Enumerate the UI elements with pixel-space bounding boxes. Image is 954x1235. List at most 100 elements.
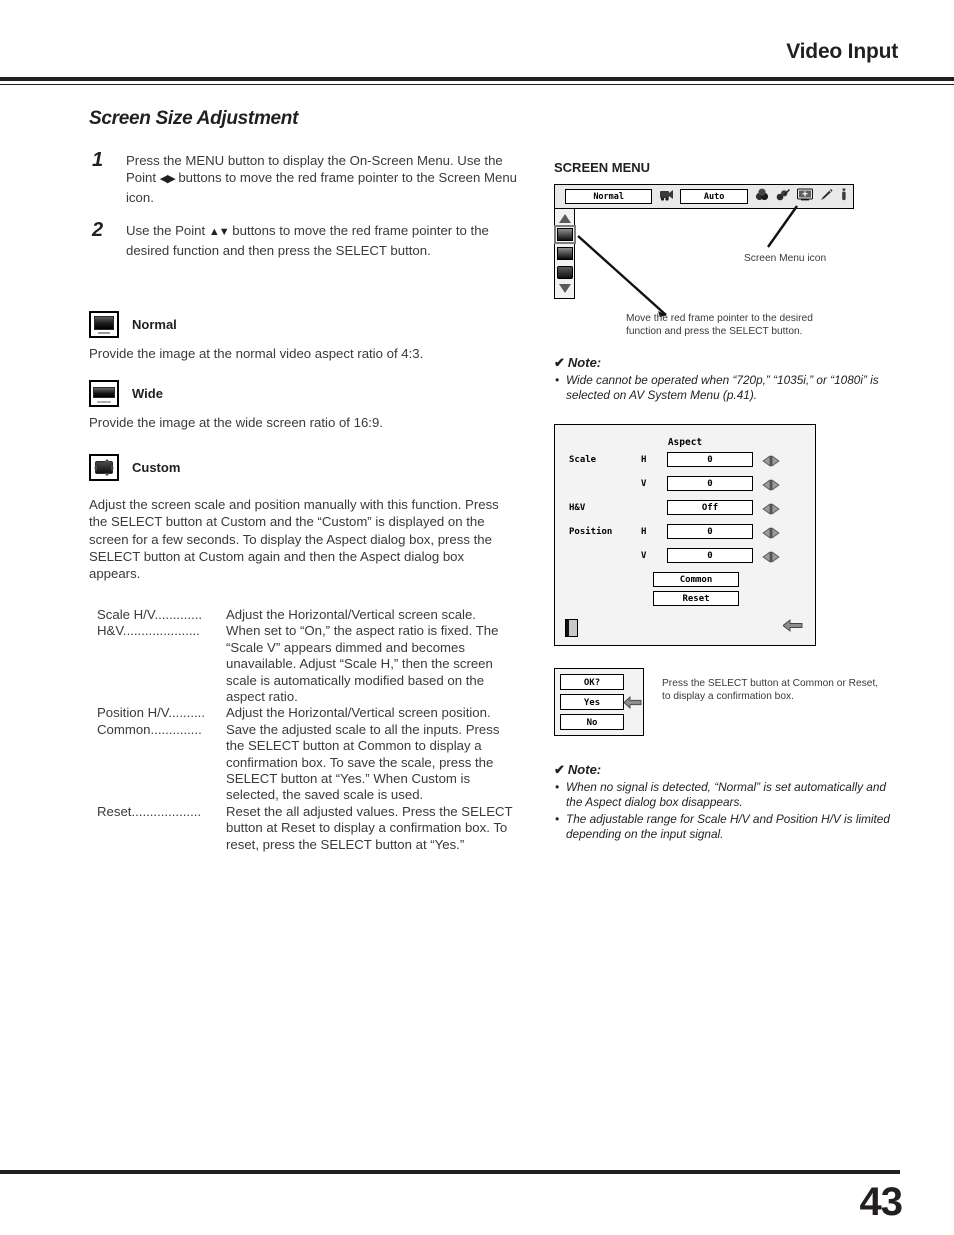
mode-entry-normal: Normal (89, 311, 519, 339)
note-block-2: ✔Note: When no signal is detected, “Norm… (554, 762, 904, 843)
definition-desc: Save the adjusted scale to all the input… (226, 721, 500, 803)
callout-screen-menu-icon: Screen Menu icon (744, 253, 827, 264)
aspect-value-position-h[interactable]: 0 (667, 524, 753, 540)
pointer-icon[interactable] (820, 188, 833, 206)
footer-rule (0, 1170, 900, 1174)
definition-row: Position H/V.......... Adjust the Horizo… (97, 705, 519, 721)
scroll-up-arrow[interactable] (558, 214, 571, 223)
note-heading-text: Note: (567, 355, 602, 370)
definition-list: Scale H/V............. Adjust the Horizo… (97, 607, 519, 853)
definition-desc: When set to “On,” the aspect ratio is fi… (226, 623, 499, 704)
header-rule-thick (0, 77, 954, 81)
back-arrow-icon[interactable] (782, 618, 803, 637)
left-arrow-pointer-icon (623, 695, 642, 714)
definition-term: Scale H/V............. (97, 607, 226, 623)
definition-dots: ................... (131, 803, 202, 819)
right-column: SCREEN MENU Normal Auto Screen Menu icon… (553, 160, 904, 843)
note-item: When no signal is detected, “Normal” is … (554, 780, 904, 811)
aspect-dialog-title: Aspect (667, 436, 703, 448)
callout-move-pointer: Move the red frame pointer to the desire… (626, 313, 813, 337)
note-item: The adjustable range for Scale H/V and P… (554, 812, 904, 843)
osd-item-wide[interactable] (556, 247, 573, 260)
definition-dots: .......... (168, 705, 205, 721)
adjust-arrows-icon[interactable] (762, 502, 780, 515)
aspect-axis: H (641, 526, 647, 537)
aspect-value-position-v[interactable]: 0 (667, 548, 753, 564)
confirm-caption: Press the SELECT button at Common or Res… (662, 677, 879, 702)
custom-aspect-icon (89, 453, 119, 481)
aspect-value-scale-v[interactable]: 0 (667, 476, 753, 492)
note-item: Wide cannot be operated when “720p,” “10… (554, 373, 904, 404)
image-adjust-icon[interactable] (776, 188, 790, 206)
confirm-yes-button[interactable]: Yes (560, 693, 624, 710)
definition-term: Position H/V.......... (97, 705, 226, 721)
osd-field-normal[interactable]: Normal (565, 189, 653, 204)
aspect-label: H&V (569, 502, 586, 513)
information-icon[interactable] (840, 188, 848, 206)
custom-paragraph: Adjust the screen scale and position man… (89, 496, 499, 582)
definition-row: Scale H/V............. Adjust the Horizo… (97, 607, 519, 623)
page-number: 43 (859, 1180, 903, 1224)
definition-desc: Reset the all adjusted values. Press the… (226, 803, 513, 852)
color-adjust-icon[interactable] (755, 188, 769, 206)
adjust-arrows-icon[interactable] (762, 454, 780, 467)
aspect-axis: V (641, 550, 647, 561)
adjust-arrows-icon[interactable] (762, 550, 780, 563)
definition-term-text: Reset (97, 803, 132, 819)
definition-desc: Adjust the Horizontal/Vertical screen po… (226, 705, 491, 721)
screen-menu-icon[interactable] (797, 188, 813, 206)
adjust-arrows-icon[interactable] (762, 526, 780, 539)
step-2: 2 Use the Point ▲▼ buttons to move the r… (89, 219, 519, 259)
page-title: Video Input (786, 40, 898, 63)
definition-dots: ............. (154, 606, 203, 622)
exit-door-icon[interactable] (565, 618, 578, 637)
aspect-row-scale-h: Scale H 0 (555, 448, 815, 472)
note-heading-text: Note: (567, 761, 602, 777)
step-1-text-after: buttons to move the red frame pointer to… (126, 170, 517, 205)
video-camera-icon[interactable] (659, 188, 674, 206)
step-1-text: Press the MENU button to display the On-… (126, 152, 519, 206)
osd-item-normal[interactable] (553, 225, 576, 244)
note-heading: ✔ Note: (554, 355, 904, 371)
step-2-number: 2 (92, 219, 104, 242)
check-icon: ✔ (554, 761, 565, 777)
osd-item-custom[interactable] (556, 266, 573, 279)
definition-term-text: Position H/V (97, 705, 169, 721)
aspect-value-scale-h[interactable]: 0 (667, 452, 753, 468)
osd-sidebar (553, 209, 576, 299)
osd-field-auto[interactable]: Auto (680, 189, 748, 204)
mode-entry-custom: Custom (89, 453, 519, 481)
definition-dots: ..................... (122, 623, 200, 639)
screen-menu-heading: SCREEN MENU (554, 160, 651, 175)
scroll-down-arrow[interactable] (558, 284, 571, 293)
definition-row: H&V..................... When set to “On… (97, 623, 519, 705)
page-footer: 43 (0, 1170, 954, 1235)
reset-button[interactable]: Reset (653, 590, 739, 606)
normal-aspect-icon (89, 311, 119, 339)
note-block-1: ✔Note: Wide cannot be operated when “720… (554, 355, 904, 404)
aspect-value-hv[interactable]: Off (667, 500, 753, 516)
mode-label-custom: Custom (132, 459, 181, 475)
adjust-arrows-icon[interactable] (762, 478, 780, 491)
section-title: Screen Size Adjustment (89, 108, 299, 129)
screen-menu-diagram: Normal Auto Screen Menu icon Move the re… (553, 184, 904, 349)
confirm-area: OK? Yes No Press the SELECT button at Co… (554, 667, 904, 736)
confirm-no-button[interactable]: No (560, 713, 624, 730)
definition-term: Common.............. (97, 722, 226, 804)
aspect-row-scale-v: V 0 (555, 472, 815, 496)
mode-entry-wide: Wide (89, 380, 519, 408)
mode-label-wide: Wide (132, 386, 163, 402)
step-1: 1 Press the MENU button to display the O… (89, 149, 519, 206)
definition-term: Reset................... (97, 804, 226, 853)
point-left-right-icon: ◀▶ (159, 173, 176, 186)
mode-desc-wide: Provide the image at the wide screen rat… (89, 415, 383, 431)
common-button[interactable]: Common (653, 571, 739, 587)
left-column: Screen Size Adjustment 1 Press the MENU … (89, 108, 519, 853)
aspect-row-hv: H&V Off (555, 496, 815, 520)
aspect-row-position-v: V 0 (555, 544, 815, 568)
definition-term-text: Scale H/V (97, 606, 155, 622)
aspect-row-position-h: Position H 0 (555, 520, 815, 544)
definition-dots: .............. (150, 721, 202, 737)
definition-term: H&V..................... (97, 623, 226, 705)
mode-label-normal: Normal (132, 317, 177, 333)
